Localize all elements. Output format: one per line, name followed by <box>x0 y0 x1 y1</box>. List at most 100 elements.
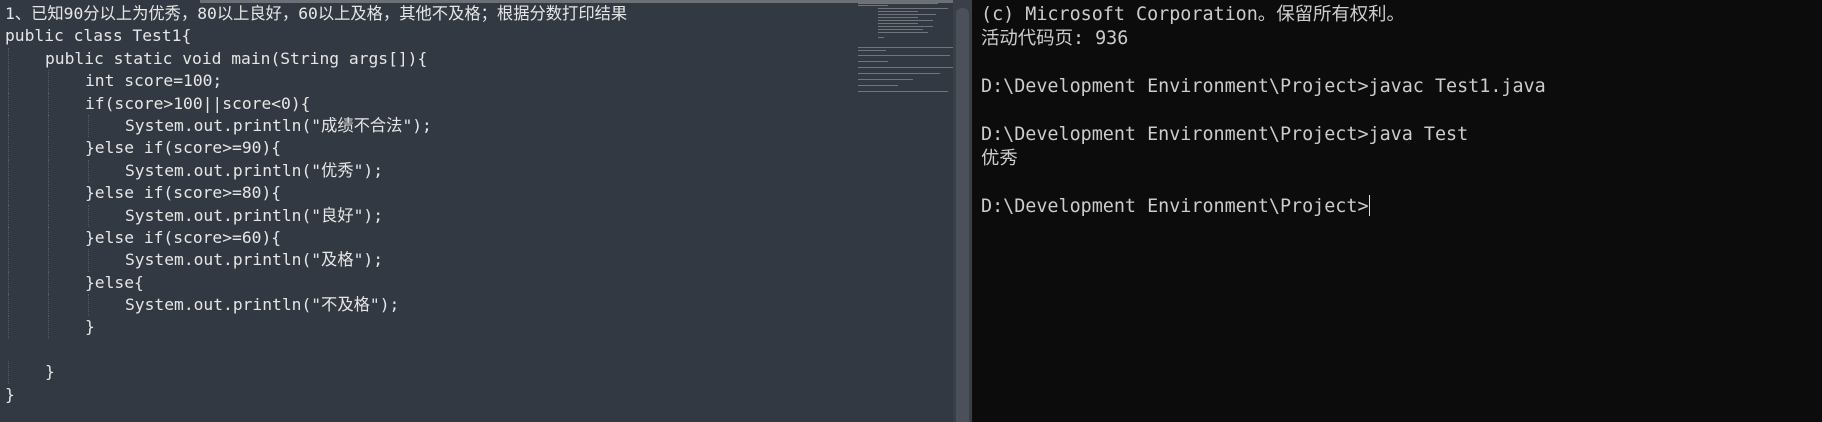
code-line-text: if(score>100||score<0){ <box>85 93 311 113</box>
code-line: public static void main(String args[]){ <box>5 47 627 71</box>
indent-guide <box>48 114 49 138</box>
indent-guide <box>8 70 9 93</box>
code-line: System.out.println("不及格"); <box>5 294 627 317</box>
terminal-output[interactable]: (c) Microsoft Corporation。保留所有权利。 活动代码页: … <box>981 3 1546 219</box>
code-line: } <box>5 384 627 406</box>
minimap-line <box>858 91 948 92</box>
indent-guide <box>8 182 9 205</box>
minimap-line <box>858 50 886 51</box>
terminal-line: D:\Development Environment\Project> <box>981 195 1546 219</box>
indent-guide <box>48 204 49 227</box>
code-line-text: }else if(score>=60){ <box>85 227 282 247</box>
text-cursor <box>1368 195 1370 216</box>
indent-guide <box>8 114 9 138</box>
code-line: if(score>100||score<0){ <box>5 92 627 115</box>
terminal-line-text: (c) Microsoft Corporation。保留所有权利。 <box>981 4 1405 25</box>
code-line-text: public class Test1{ <box>5 26 192 46</box>
code-line-text: System.out.println("及格"); <box>125 250 384 270</box>
terminal-line: D:\Development Environment\Project>java … <box>981 123 1546 147</box>
minimap-line <box>858 73 940 74</box>
code-line: int score=100; <box>5 70 627 93</box>
code-line: }else{ <box>5 271 627 295</box>
terminal-line: 活动代码页: 936 <box>981 27 1546 51</box>
code-editor-pane[interactable]: 1、已知90分以上为优秀，80以上良好，60以上及格，其他不及格；根据分数打印结… <box>0 0 972 422</box>
indent-guide <box>48 316 49 339</box>
indent-guide <box>88 114 89 138</box>
minimap-line <box>878 26 933 27</box>
code-line: }else if(score>=60){ <box>5 226 627 250</box>
indent-guide <box>48 137 49 160</box>
indent-guide <box>48 249 49 272</box>
indent-guide <box>8 204 9 227</box>
code-line: public class Test1{ <box>5 25 627 47</box>
terminal-line-text: 优秀 <box>981 148 1018 169</box>
minimap-line <box>858 67 953 68</box>
code-line-text: } <box>5 384 15 404</box>
minimap-line <box>858 55 950 56</box>
indent-guide <box>48 70 49 93</box>
indent-guide <box>8 47 9 71</box>
indent-guide <box>8 92 9 115</box>
terminal-line-text: D:\Development Environment\Project>java … <box>981 124 1469 145</box>
minimap-line <box>858 61 888 62</box>
minimap-line <box>878 17 918 18</box>
indent-guide <box>88 204 89 227</box>
indent-guide <box>88 249 89 272</box>
indent-guide <box>48 271 49 295</box>
terminal-line-text: 活动代码页: 936 <box>981 28 1129 49</box>
code-line-text: }else{ <box>85 272 144 292</box>
indent-guide <box>8 137 9 160</box>
indent-guide <box>48 92 49 115</box>
code-line-text: }else if(score>=90){ <box>85 138 282 158</box>
indent-guide <box>8 316 9 339</box>
code-line: } <box>5 361 627 384</box>
code-line: System.out.println("优秀"); <box>5 159 627 183</box>
terminal-line-text: D:\Development Environment\Project> <box>981 196 1369 217</box>
code-line-text: System.out.println("优秀"); <box>125 160 384 180</box>
minimap-line <box>858 3 938 4</box>
minimap-line <box>858 79 913 80</box>
indent-guide <box>48 294 49 317</box>
code-line-text: int score=100; <box>85 71 223 91</box>
indent-guide <box>8 271 9 295</box>
code-line-text: } <box>45 362 55 382</box>
terminal-line: (c) Microsoft Corporation。保留所有权利。 <box>981 3 1546 27</box>
minimap-line <box>878 23 918 24</box>
terminal-line: 优秀 <box>981 147 1546 171</box>
minimap-line <box>878 14 936 15</box>
code-line: System.out.println("成绩不合法"); <box>5 114 627 138</box>
indent-guide <box>48 226 49 250</box>
indent-guide <box>48 182 49 205</box>
code-line-text: System.out.println("不及格"); <box>125 295 400 315</box>
terminal-pane[interactable]: (c) Microsoft Corporation。保留所有权利。 活动代码页: … <box>972 0 1822 422</box>
indent-guide <box>8 294 9 317</box>
indent-guide <box>8 249 9 272</box>
minimap[interactable] <box>858 3 953 98</box>
minimap-line <box>878 20 933 21</box>
indent-guide <box>48 159 49 183</box>
vertical-scrollbar-thumb[interactable] <box>956 8 969 422</box>
minimap-line <box>878 11 918 12</box>
code-line-text: } <box>85 317 95 337</box>
indent-guide <box>8 361 9 384</box>
code-line-text: }else if(score>=80){ <box>85 183 282 203</box>
minimap-line <box>878 32 928 33</box>
minimap-line <box>878 8 948 9</box>
code-line: System.out.println("及格"); <box>5 249 627 272</box>
terminal-line-text: D:\Development Environment\Project>javac… <box>981 76 1546 97</box>
indent-guide <box>88 294 89 317</box>
code-line-text: 1、已知90分以上为优秀，80以上良好，60以上及格，其他不及格；根据分数打印结… <box>5 4 628 23</box>
code-line: System.out.println("良好"); <box>5 204 627 227</box>
code-area[interactable]: 1、已知90分以上为优秀，80以上良好，60以上及格，其他不及格；根据分数打印结… <box>5 3 627 406</box>
code-line: 1、已知90分以上为优秀，80以上良好，60以上及格，其他不及格；根据分数打印结… <box>5 3 627 25</box>
code-line-text: System.out.println("良好"); <box>125 205 384 225</box>
terminal-line: D:\Development Environment\Project>javac… <box>981 75 1546 99</box>
indent-guide <box>8 159 9 183</box>
minimap-line <box>878 29 923 30</box>
code-line: }else if(score>=90){ <box>5 137 627 160</box>
code-line-text: System.out.println("成绩不合法"); <box>125 115 432 135</box>
indent-guide <box>88 159 89 183</box>
